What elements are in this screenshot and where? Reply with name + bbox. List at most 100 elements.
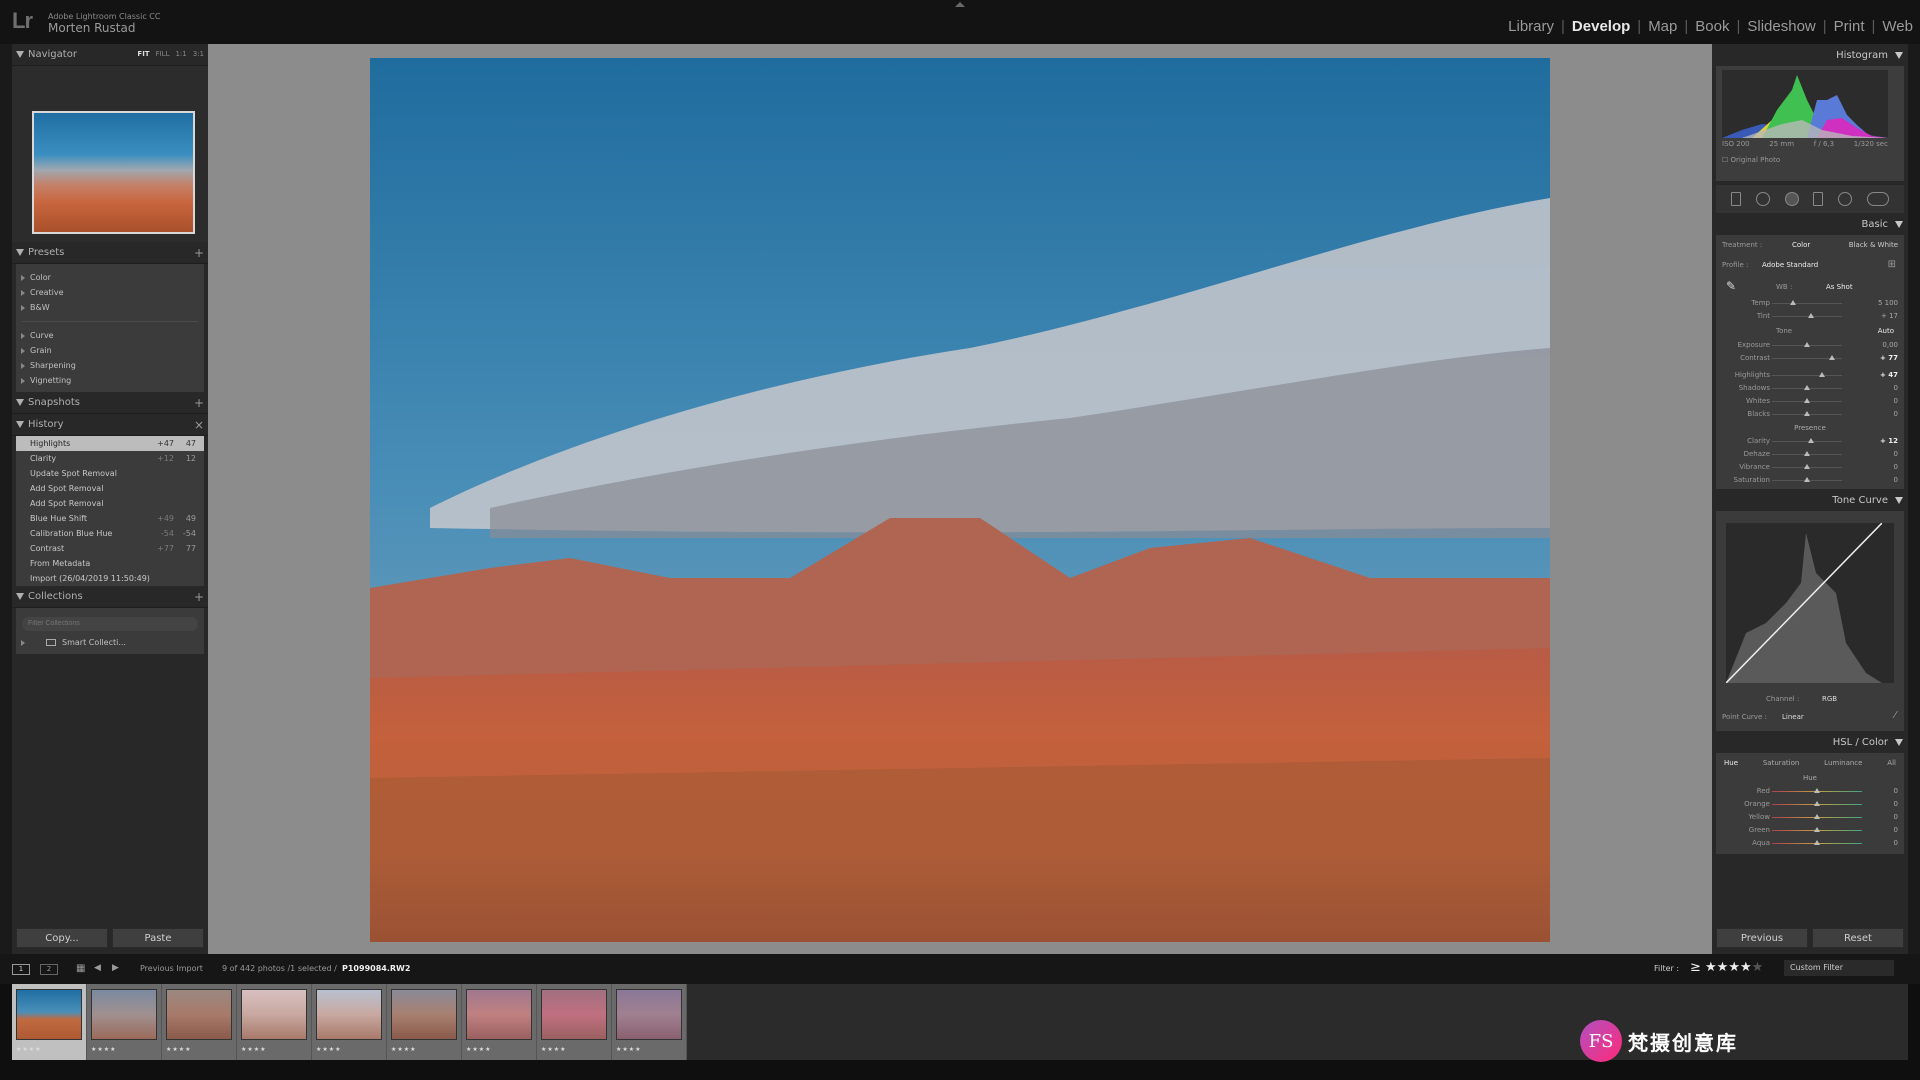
smart-collection-item[interactable]: Smart Collecti... bbox=[16, 635, 204, 650]
slider-value[interactable]: 0 bbox=[1894, 800, 1898, 808]
red-eye-icon[interactable] bbox=[1784, 192, 1799, 206]
history-item[interactable]: Add Spot Removal bbox=[16, 481, 204, 496]
slider-value[interactable]: 0,00 bbox=[1882, 341, 1898, 349]
slider-knob[interactable] bbox=[1804, 398, 1810, 403]
filmstrip-thumbnail[interactable]: ★★★★ bbox=[237, 984, 312, 1060]
module-slideshow[interactable]: Slideshow bbox=[1740, 18, 1822, 35]
slider-knob[interactable] bbox=[1819, 372, 1826, 377]
navigator-preview[interactable] bbox=[32, 111, 195, 234]
slider-value[interactable]: + 77 bbox=[1880, 354, 1898, 362]
module-map[interactable]: Map bbox=[1641, 18, 1684, 35]
slider-knob[interactable] bbox=[1814, 814, 1820, 819]
add-preset-icon[interactable]: + bbox=[194, 246, 204, 260]
add-snapshot-icon[interactable]: + bbox=[194, 396, 204, 410]
history-item[interactable]: Highlights +47 47 bbox=[16, 436, 204, 451]
preset-folder[interactable]: Curve bbox=[16, 328, 204, 343]
spot-removal-icon[interactable] bbox=[1755, 192, 1770, 206]
filmstrip-thumbnail[interactable]: ★★★★ bbox=[387, 984, 462, 1060]
slider-knob[interactable] bbox=[1804, 342, 1810, 347]
channel-select[interactable]: RGB bbox=[1822, 695, 1837, 703]
slider-knob[interactable] bbox=[1804, 451, 1810, 456]
auto-tone-button[interactable]: Auto bbox=[1878, 327, 1894, 335]
histogram-graph[interactable] bbox=[1722, 70, 1888, 138]
slider-knob[interactable] bbox=[1790, 300, 1796, 305]
filmstrip-source[interactable]: Previous Import bbox=[140, 964, 203, 973]
slider-knob[interactable] bbox=[1814, 840, 1820, 845]
edit-point-curve-icon[interactable]: ⁄ bbox=[1894, 710, 1896, 721]
navigator-header[interactable]: Navigator FIT FILL 1:1 3:1 bbox=[12, 44, 208, 66]
slider-value[interactable]: 0 bbox=[1894, 476, 1898, 484]
custom-filter-select[interactable]: Custom Filter bbox=[1784, 960, 1894, 976]
module-web[interactable]: Web bbox=[1875, 18, 1920, 35]
slider-knob[interactable] bbox=[1828, 355, 1835, 360]
snapshots-header[interactable]: Snapshots + bbox=[12, 392, 208, 414]
grid-view-icon[interactable]: ▦ bbox=[76, 963, 85, 974]
selected-filename[interactable]: P1099084.RW2 bbox=[342, 964, 410, 973]
reset-button[interactable]: Reset bbox=[1812, 928, 1904, 948]
copy-button[interactable]: Copy... bbox=[16, 928, 108, 948]
zoom-fit[interactable]: FIT bbox=[137, 50, 149, 58]
original-photo-toggle[interactable]: ☐ Original Photo bbox=[1722, 156, 1780, 164]
module-book[interactable]: Book bbox=[1688, 18, 1736, 35]
adjustment-brush-icon[interactable] bbox=[1866, 192, 1889, 206]
wb-select[interactable]: As Shot bbox=[1826, 283, 1853, 291]
graduated-filter-icon[interactable] bbox=[1813, 192, 1824, 206]
slider-value[interactable]: + 47 bbox=[1880, 371, 1898, 379]
filmstrip-thumbnail[interactable]: ★★★★ bbox=[537, 984, 612, 1060]
slider-knob[interactable] bbox=[1814, 801, 1820, 806]
slider-value[interactable]: 5 100 bbox=[1878, 299, 1898, 307]
slider-value[interactable]: 0 bbox=[1894, 463, 1898, 471]
zoom-fill[interactable]: FILL bbox=[156, 50, 170, 58]
slider-knob[interactable] bbox=[1814, 827, 1820, 832]
crop-tool-icon[interactable] bbox=[1731, 192, 1742, 206]
preset-folder[interactable]: Sharpening bbox=[16, 358, 204, 373]
slider-value[interactable]: + 12 bbox=[1880, 437, 1898, 445]
preset-folder[interactable]: Vignetting bbox=[16, 373, 204, 388]
slider-knob[interactable] bbox=[1807, 313, 1814, 318]
filmstrip-thumbnail[interactable]: ★★★★ bbox=[12, 984, 87, 1060]
slider-value[interactable]: 0 bbox=[1894, 826, 1898, 834]
slider-value[interactable]: 0 bbox=[1894, 813, 1898, 821]
profile-select[interactable]: Adobe Standard bbox=[1762, 261, 1818, 269]
back-arrow-icon[interactable]: ◀ bbox=[94, 963, 101, 973]
slider-value[interactable]: 0 bbox=[1894, 397, 1898, 405]
slider-value[interactable]: 0 bbox=[1894, 787, 1898, 795]
slider-value[interactable]: 0 bbox=[1894, 410, 1898, 418]
second-window-icon[interactable]: 2 bbox=[40, 964, 58, 975]
filmstrip-thumbnail[interactable]: ★★★★ bbox=[462, 984, 537, 1060]
zoom-1-1[interactable]: 1:1 bbox=[175, 50, 186, 58]
preset-folder[interactable]: Grain bbox=[16, 343, 204, 358]
history-item[interactable]: Import (26/04/2019 11:50:49) bbox=[16, 571, 204, 586]
filmstrip-thumbnail[interactable]: ★★★★ bbox=[312, 984, 387, 1060]
module-print[interactable]: Print bbox=[1827, 18, 1872, 35]
filmstrip-thumbnail[interactable]: ★★★★ bbox=[612, 984, 687, 1060]
paste-button[interactable]: Paste bbox=[112, 928, 204, 948]
tab-all[interactable]: All bbox=[1887, 759, 1896, 767]
add-collection-icon[interactable]: + bbox=[194, 590, 204, 604]
filter-rating-stars[interactable]: ≥ ★★★★★ bbox=[1690, 960, 1763, 975]
history-item[interactable]: Blue Hue Shift +49 49 bbox=[16, 511, 204, 526]
tone-curve-header[interactable]: Tone Curve bbox=[1712, 489, 1908, 511]
profile-browser-icon[interactable]: ⊞ bbox=[1888, 259, 1896, 270]
forward-arrow-icon[interactable]: ▶ bbox=[112, 963, 119, 973]
history-header[interactable]: History × bbox=[12, 414, 208, 436]
zoom-3-1[interactable]: 3:1 bbox=[193, 50, 204, 58]
history-item[interactable]: Clarity +12 12 bbox=[16, 451, 204, 466]
filmstrip-thumbnail[interactable]: ★★★★ bbox=[162, 984, 237, 1060]
preset-folder[interactable]: Color bbox=[16, 270, 204, 285]
preset-folder[interactable]: B&W bbox=[16, 300, 204, 315]
tab-hue[interactable]: Hue bbox=[1724, 759, 1738, 767]
module-library[interactable]: Library bbox=[1501, 18, 1561, 35]
left-panel-toggle[interactable] bbox=[0, 44, 12, 954]
history-item[interactable]: Contrast +77 77 bbox=[16, 541, 204, 556]
slider-knob[interactable] bbox=[1804, 385, 1810, 390]
slider-knob[interactable] bbox=[1804, 464, 1810, 469]
slider-track[interactable] bbox=[1772, 303, 1842, 304]
clear-history-icon[interactable]: × bbox=[194, 418, 204, 432]
slider-value[interactable]: + 17 bbox=[1881, 312, 1898, 320]
tab-saturation[interactable]: Saturation bbox=[1763, 759, 1800, 767]
history-item[interactable]: Calibration Blue Hue -54 -54 bbox=[16, 526, 204, 541]
basic-header[interactable]: Basic bbox=[1712, 213, 1908, 235]
collapse-top-arrow-icon[interactable] bbox=[955, 2, 965, 7]
tab-luminance[interactable]: Luminance bbox=[1824, 759, 1862, 767]
